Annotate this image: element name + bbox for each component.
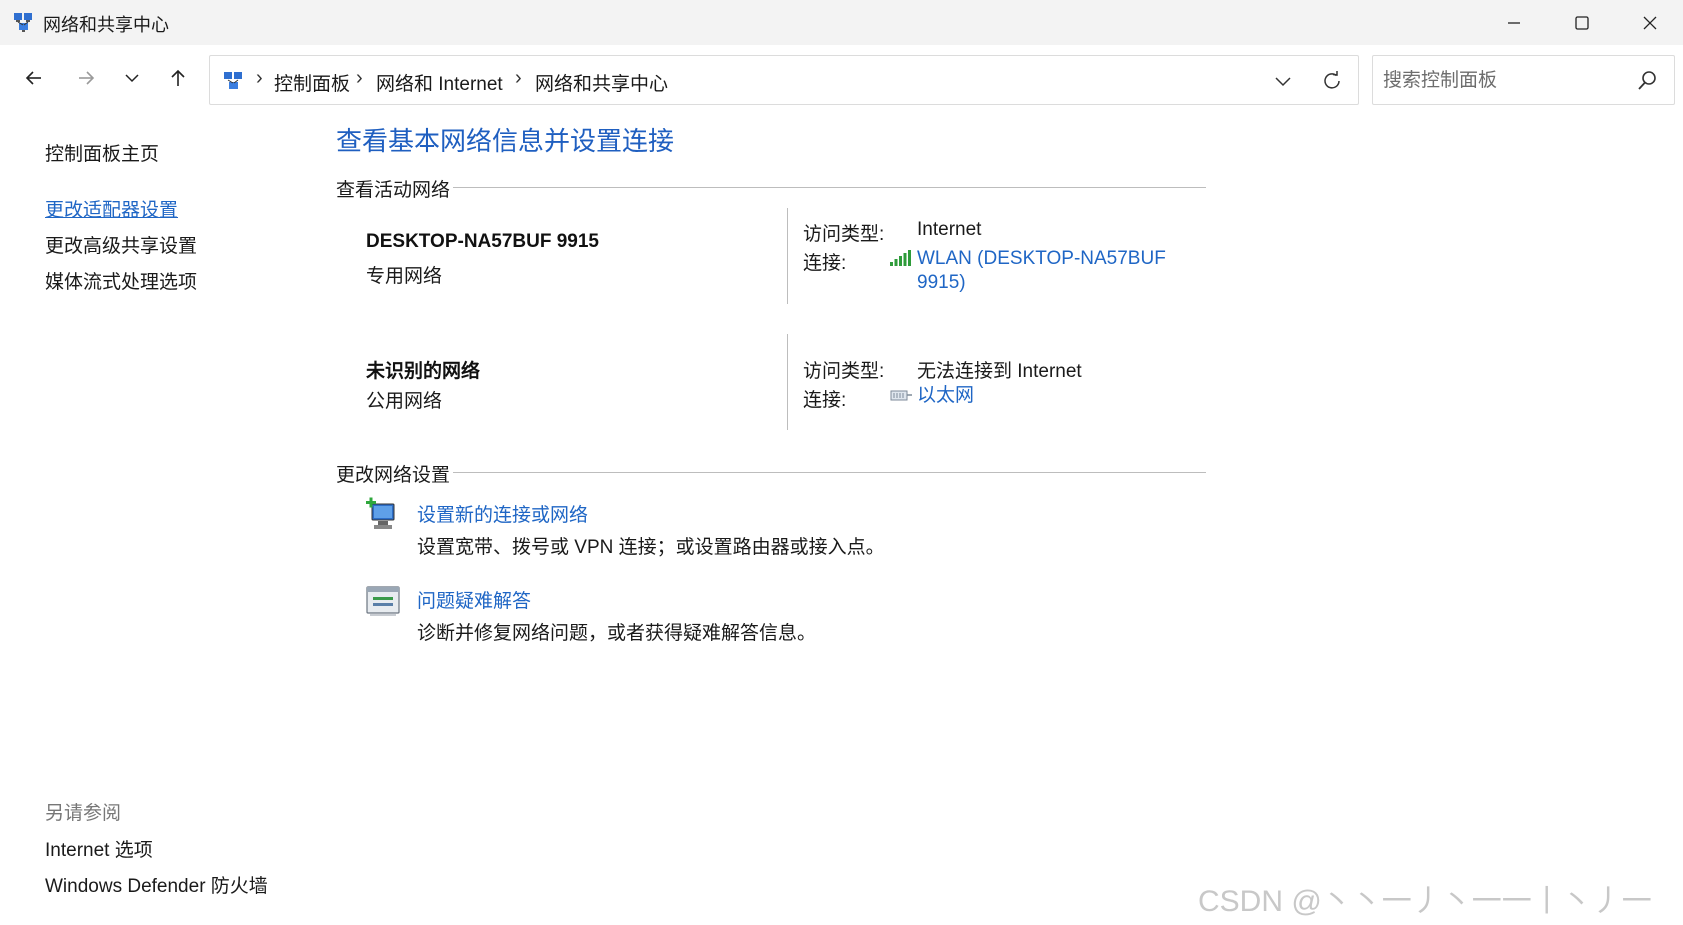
- watermark: CSDN @丶丶一丿丶一一丨丶丿一: [1198, 885, 1652, 918]
- window-title: 网络和共享中心: [43, 15, 169, 35]
- network-sharing-center-window: 网络和共享中心 › 控制面板 › 网络和 Internet › 网络和共享中心 …: [0, 0, 1683, 925]
- network-app-icon: [14, 13, 32, 32]
- new-connection-icon: [366, 497, 395, 529]
- page-title: 查看基本网络信息并设置连接: [336, 126, 675, 156]
- windows-defender-firewall-link[interactable]: Windows Defender 防火墙: [45, 871, 268, 898]
- setup-new-connection-description: 设置宽带、拨号或 VPN 连接；或设置路由器或接入点。: [417, 537, 885, 558]
- breadcrumb-network-sharing-center[interactable]: 网络和共享中心: [535, 69, 668, 96]
- control-panel-home-link[interactable]: 控制面板主页: [45, 139, 159, 166]
- minimize-icon: [1508, 21, 1520, 24]
- wlan-connection-name-line1: WLAN (DESKTOP-NA57BUF: [917, 248, 1166, 269]
- access-type-value: 无法连接到 Internet: [917, 361, 1082, 382]
- address-dropdown-button[interactable]: [1265, 66, 1301, 96]
- setup-new-connection-link[interactable]: 设置新的连接或网络: [417, 500, 588, 527]
- network-name: 未识别的网络: [366, 361, 481, 382]
- search-input[interactable]: [1383, 68, 1623, 94]
- title-bar: 网络和共享中心: [0, 0, 1683, 45]
- active-networks-heading: 查看活动网络: [336, 180, 451, 201]
- section-divider: [453, 472, 1206, 473]
- network-name: DESKTOP-NA57BUF 9915: [366, 231, 600, 252]
- minimize-button[interactable]: [1480, 0, 1548, 45]
- change-adapter-settings-link[interactable]: 更改适配器设置: [45, 195, 178, 222]
- arrow-up-icon: [171, 69, 185, 86]
- change-advanced-sharing-link[interactable]: 更改高级共享设置: [45, 231, 197, 258]
- search-box: [1372, 55, 1675, 105]
- breadcrumb-network-internet[interactable]: 网络和 Internet: [376, 69, 503, 96]
- network-category: 公用网络: [366, 391, 443, 412]
- breadcrumb-control-panel[interactable]: 控制面板: [274, 69, 350, 96]
- arrow-right-icon: [79, 71, 95, 85]
- search-icon[interactable]: [1636, 70, 1658, 92]
- access-type-label: 访问类型:: [803, 224, 885, 245]
- ethernet-connection-link[interactable]: 以太网: [917, 384, 974, 408]
- up-button[interactable]: [158, 58, 198, 98]
- chevron-down-icon: [1275, 77, 1291, 87]
- back-button[interactable]: [14, 58, 54, 98]
- internet-options-link[interactable]: Internet 选项: [45, 835, 153, 862]
- wifi-signal-icon: [890, 250, 911, 266]
- maximize-icon: [1575, 15, 1589, 30]
- connection-label: 连接:: [803, 390, 847, 411]
- network-divider: [787, 208, 788, 304]
- troubleshoot-problems-link[interactable]: 问题疑难解答: [417, 586, 531, 613]
- access-type-value: Internet: [917, 219, 982, 240]
- breadcrumb-separator: ›: [256, 67, 263, 89]
- address-bar[interactable]: › 控制面板 › 网络和 Internet › 网络和共享中心: [209, 55, 1359, 105]
- troubleshoot-problems-description: 诊断并修复网络问题，或者获得疑难解答信息。: [417, 623, 817, 644]
- change-settings-heading: 更改网络设置: [336, 465, 451, 486]
- breadcrumb-separator: ›: [356, 67, 363, 89]
- network-divider: [787, 334, 788, 430]
- ethernet-connection-name: 以太网: [917, 385, 975, 406]
- refresh-button[interactable]: [1314, 66, 1350, 96]
- ethernet-icon: [890, 390, 912, 401]
- network-category: 专用网络: [366, 266, 443, 287]
- connection-label: 连接:: [803, 253, 847, 274]
- troubleshoot-icon: [366, 586, 400, 616]
- section-divider: [453, 187, 1206, 188]
- wlan-connection-name-line2: 9915): [917, 272, 966, 293]
- breadcrumb-separator: ›: [515, 67, 522, 89]
- media-streaming-options-link[interactable]: 媒体流式处理选项: [45, 267, 197, 294]
- close-button[interactable]: [1616, 0, 1683, 45]
- chevron-down-icon: [125, 74, 139, 83]
- refresh-icon: [1324, 71, 1340, 89]
- arrow-left-icon: [25, 71, 41, 85]
- maximize-button[interactable]: [1548, 0, 1616, 45]
- forward-button[interactable]: [66, 58, 106, 98]
- network-location-icon: [224, 72, 242, 89]
- recent-locations-button[interactable]: [112, 58, 152, 98]
- wlan-connection-link[interactable]: WLAN (DESKTOP-NA57BUF 9915): [917, 247, 1166, 295]
- navigation-toolbar: › 控制面板 › 网络和 Internet › 网络和共享中心: [0, 45, 1683, 115]
- access-type-label: 访问类型:: [803, 361, 885, 382]
- close-icon: [1643, 16, 1657, 29]
- see-also-heading: 另请参阅: [45, 803, 122, 824]
